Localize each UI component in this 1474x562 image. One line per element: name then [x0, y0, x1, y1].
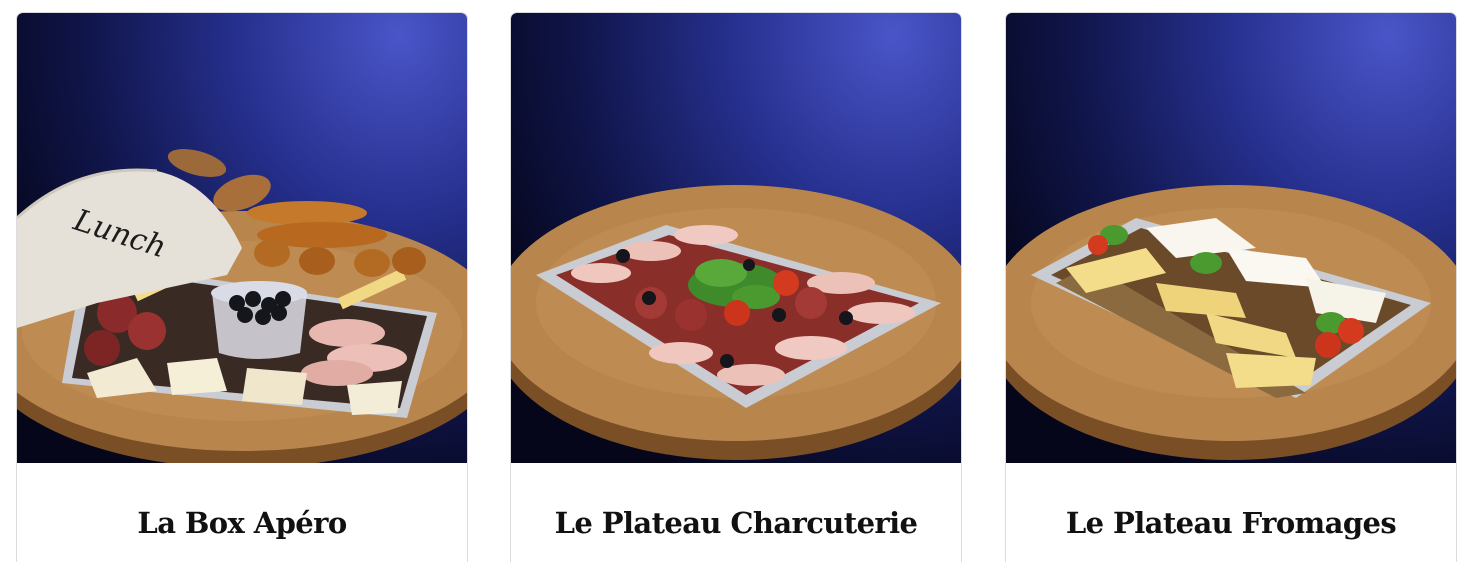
product-title[interactable]: La Box Apéro — [17, 506, 467, 540]
product-title[interactable]: Le Plateau Charcuterie — [511, 506, 961, 540]
product-grid: Lunch La Box Apéro Le Plateau Charcuteri… — [0, 0, 1474, 562]
aperitif-box-photo[interactable]: Lunch — [17, 13, 467, 463]
cheese-platter-photo[interactable] — [1006, 13, 1456, 463]
product-title[interactable]: Le Plateau Fromages — [1006, 506, 1456, 540]
product-card-plateau-fromages[interactable]: Le Plateau Fromages — [1005, 12, 1457, 562]
product-card-plateau-charcuterie[interactable]: Le Plateau Charcuterie — [510, 12, 962, 562]
charcuterie-platter-photo[interactable] — [511, 13, 961, 463]
product-card-box-apero[interactable]: Lunch La Box Apéro — [16, 12, 468, 562]
